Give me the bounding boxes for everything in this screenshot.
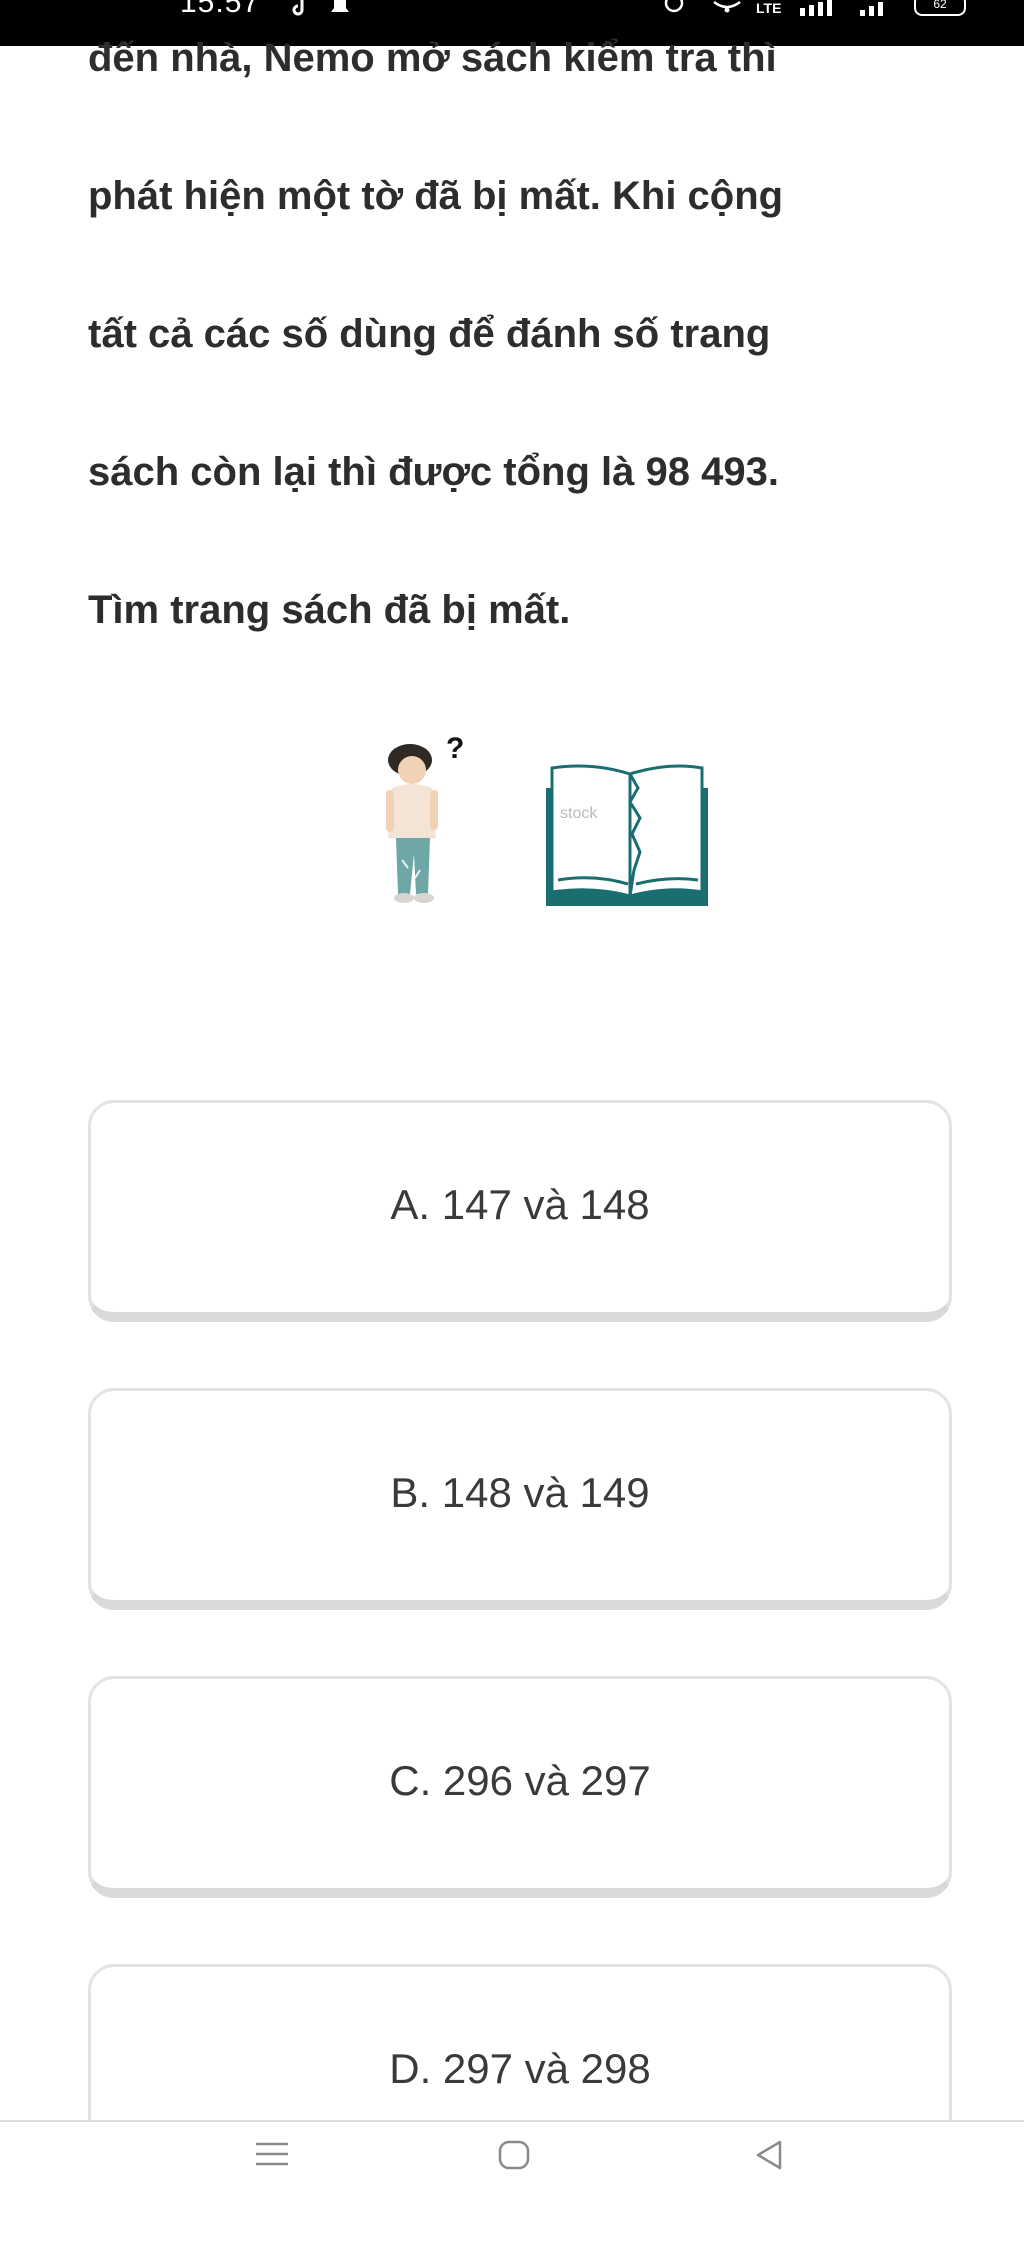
question-mark-label: ? [446, 732, 464, 765]
back-icon[interactable] [750, 2140, 790, 2170]
option-label: B. 148 và 149 [390, 1469, 650, 1516]
option-label: A. 147 và 148 [390, 1181, 650, 1228]
home-icon[interactable] [494, 2140, 534, 2170]
option-b-button[interactable]: B. 148 và 149 [88, 1388, 952, 1610]
system-navigation-bar [0, 2120, 1024, 2186]
signal-strength-icon [800, 0, 832, 16]
question-illustration: ? stock [386, 732, 708, 906]
question-line: đến nhà, Nemo mở sách kiểm tra thì [88, 36, 777, 80]
tiktok-icon [292, 0, 304, 16]
option-c-button[interactable]: C. 296 và 297 [88, 1676, 952, 1898]
network-type-label: LTE [756, 0, 782, 16]
confused-boy-image [386, 744, 438, 903]
answer-options: A. 147 và 148 B. 148 và 149 C. 296 và 29… [88, 1100, 952, 2252]
option-label: C. 296 và 297 [389, 1757, 651, 1804]
question-line: sách còn lại thì được tổng là 98 493. [88, 450, 779, 494]
question-line: phát hiện một tờ đã bị mất. Khi cộng [88, 174, 784, 218]
question-line: tất cả các số dùng để đánh số trang [88, 312, 771, 356]
status-time: 15:57 [180, 0, 261, 19]
option-a-button[interactable]: A. 147 và 148 [88, 1100, 952, 1322]
option-label: D. 297 và 298 [389, 2045, 651, 2092]
notification-bell-icon [331, 0, 349, 12]
alarm-icon [664, 0, 684, 13]
recent-apps-icon[interactable] [252, 2140, 292, 2170]
question-text: đến nhà, Nemo mở sách kiểm tra thì phát … [88, 20, 968, 710]
signal-strength-secondary-icon [860, 2, 883, 16]
question-line: Tìm trang sách đã bị mất. [88, 588, 571, 632]
stock-watermark: stock [560, 805, 598, 822]
battery-indicator: 62 [914, 0, 966, 16]
book-missing-page-image [546, 764, 708, 906]
wifi-icon [713, 0, 741, 13]
